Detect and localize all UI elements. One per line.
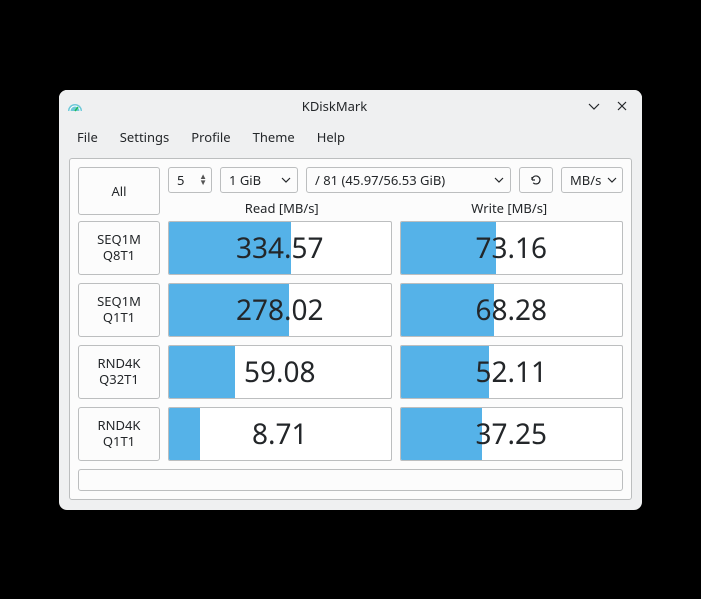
top-controls: 5 ▲▼ 1 GiB / 81 (45.97/56.53 GiB)	[168, 167, 623, 215]
column-headers: Read [MB/s] Write [MB/s]	[168, 199, 623, 215]
progress-bar	[401, 408, 483, 460]
write-result: 68.28	[400, 283, 624, 337]
menu-profile[interactable]: Profile	[181, 124, 240, 150]
menubar: File Settings Profile Theme Help	[59, 122, 642, 154]
test-row: RND4KQ1T1 8.71 37.25	[78, 407, 623, 461]
runs-spinbox[interactable]: 5 ▲▼	[168, 167, 212, 193]
run-all-label: All	[111, 182, 126, 200]
refresh-icon	[529, 173, 543, 187]
read-value: 334.57	[236, 229, 324, 267]
size-combo[interactable]: 1 GiB	[220, 167, 298, 193]
progress-bar	[169, 408, 200, 460]
chevron-down-icon	[488, 175, 504, 185]
read-result: 334.57	[168, 221, 392, 275]
path-value: / 81 (45.97/56.53 GiB)	[315, 171, 445, 189]
chevron-down-icon	[601, 175, 617, 185]
units-value: MB/s	[570, 171, 601, 189]
test-label-line2: Q8T1	[103, 248, 135, 264]
minimize-button[interactable]	[582, 94, 606, 118]
write-value: 37.25	[475, 415, 547, 453]
window-title: KDiskMark	[91, 97, 578, 115]
controls-line: 5 ▲▼ 1 GiB / 81 (45.97/56.53 GiB)	[168, 167, 623, 193]
close-button[interactable]	[610, 94, 634, 118]
menu-help[interactable]: Help	[307, 124, 355, 150]
progress-bar	[169, 346, 235, 398]
run-all-button[interactable]: All	[78, 167, 160, 215]
size-value: 1 GiB	[229, 171, 261, 189]
read-value: 59.08	[244, 353, 316, 391]
read-result: 59.08	[168, 345, 392, 399]
write-header: Write [MB/s]	[396, 199, 624, 215]
write-value: 73.16	[475, 229, 547, 267]
tests-grid: SEQ1MQ8T1 334.57 73.16 SEQ1MQ1T1 278.02 68.28…	[78, 221, 623, 461]
write-value: 52.11	[475, 353, 547, 391]
menu-file[interactable]: File	[67, 124, 108, 150]
test-label-line2: Q1T1	[103, 434, 135, 450]
test-button[interactable]: RND4KQ32T1	[78, 345, 160, 399]
content-area: All 5 ▲▼ 1 GiB	[69, 158, 632, 500]
read-value: 8.71	[252, 415, 308, 453]
read-value: 278.02	[236, 291, 324, 329]
path-combo[interactable]: / 81 (45.97/56.53 GiB)	[306, 167, 511, 193]
read-result: 278.02	[168, 283, 392, 337]
test-row: RND4KQ32T1 59.08 52.11	[78, 345, 623, 399]
chevron-down-icon	[275, 175, 291, 185]
test-button[interactable]: SEQ1MQ8T1	[78, 221, 160, 275]
read-result: 8.71	[168, 407, 392, 461]
status-bar	[78, 469, 623, 491]
top-row: All 5 ▲▼ 1 GiB	[78, 167, 623, 215]
test-row: SEQ1MQ1T1 278.02 68.28	[78, 283, 623, 337]
write-result: 73.16	[400, 221, 624, 275]
app-icon	[67, 98, 83, 114]
app-window: KDiskMark File Settings Profile Theme He…	[59, 90, 642, 510]
menu-theme[interactable]: Theme	[243, 124, 305, 150]
test-button[interactable]: RND4KQ1T1	[78, 407, 160, 461]
test-row: SEQ1MQ8T1 334.57 73.16	[78, 221, 623, 275]
write-result: 37.25	[400, 407, 624, 461]
read-header: Read [MB/s]	[168, 199, 396, 215]
refresh-button[interactable]	[519, 167, 553, 193]
write-value: 68.28	[475, 291, 547, 329]
units-combo[interactable]: MB/s	[561, 167, 623, 193]
spinbox-arrows-icon: ▲▼	[199, 174, 207, 186]
titlebar: KDiskMark	[59, 90, 642, 122]
test-label-line2: Q32T1	[99, 372, 139, 388]
write-result: 52.11	[400, 345, 624, 399]
menu-settings[interactable]: Settings	[110, 124, 179, 150]
test-button[interactable]: SEQ1MQ1T1	[78, 283, 160, 337]
runs-value: 5	[177, 171, 184, 189]
test-label-line2: Q1T1	[103, 310, 135, 326]
